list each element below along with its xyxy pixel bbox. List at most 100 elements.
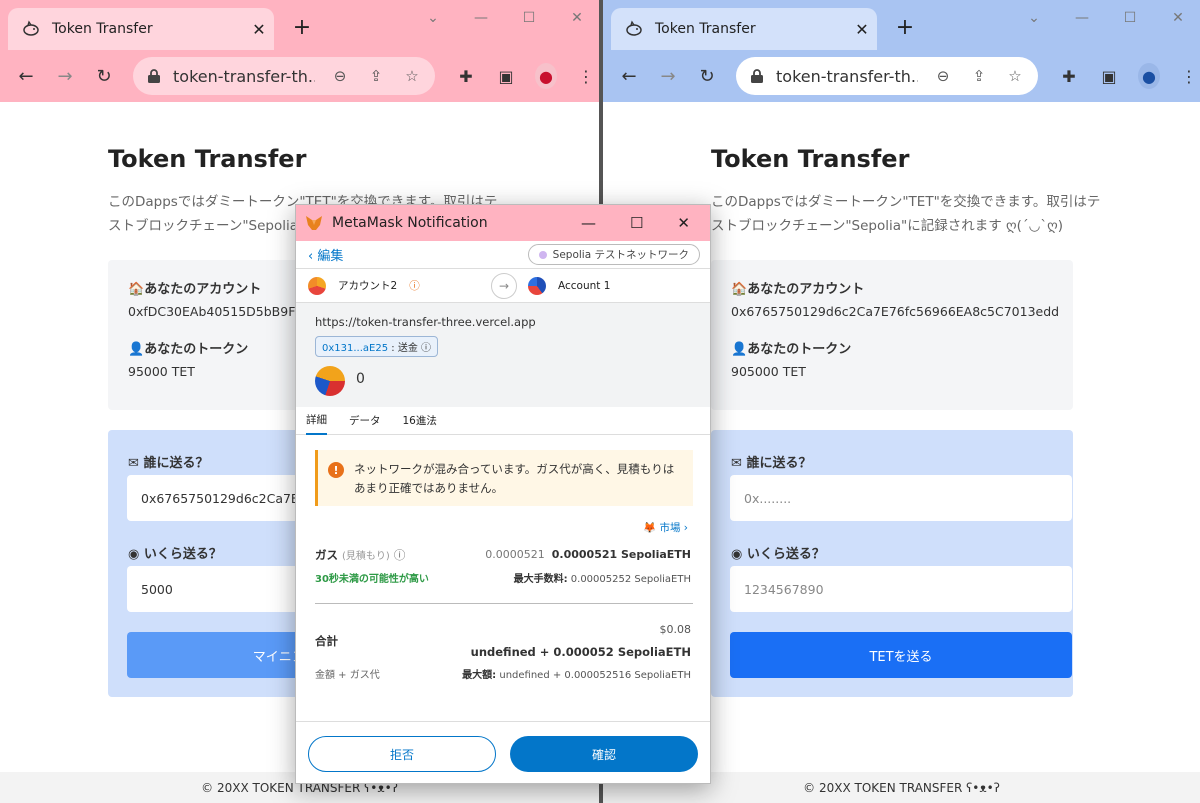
new-tab-button[interactable]: + bbox=[893, 16, 917, 40]
metamask-fox-icon bbox=[306, 216, 322, 230]
piggy-bank-icon bbox=[23, 20, 39, 36]
star-icon[interactable]: ☆ bbox=[401, 67, 423, 85]
amount-input[interactable]: 1234567890 bbox=[730, 566, 1072, 612]
market-link[interactable]: 🦊 市場 › bbox=[643, 520, 688, 535]
chevron-down-icon[interactable]: ⌄ bbox=[423, 10, 443, 26]
tab-data[interactable]: データ bbox=[349, 407, 381, 434]
from-account[interactable]: アカウント2 ⓘ bbox=[308, 276, 420, 295]
side-panel-icon[interactable]: ▣ bbox=[1098, 67, 1120, 86]
reject-button[interactable]: 拒否 bbox=[308, 736, 496, 772]
metamask-titlebar: MetaMask Notification — ☐ ✕ bbox=[296, 205, 710, 241]
total-usd: $0.08 bbox=[659, 623, 692, 636]
total-sub-label: 金額 + ガス代 bbox=[315, 670, 380, 681]
lock-icon bbox=[148, 69, 160, 83]
transfer-form: ✉ 誰に送る？ 0x........ ◉ いくら送る？ 1234567890 T… bbox=[711, 430, 1073, 697]
info-icon: ⓘ bbox=[409, 280, 420, 292]
tab-token-transfer[interactable]: Token Transfer ✕ bbox=[611, 8, 877, 50]
token-label: 👤あなたのトークン bbox=[128, 342, 249, 357]
metamask-header: ‹ 編集 Sepolia テストネットワーク bbox=[296, 241, 710, 269]
tab-title: Token Transfer bbox=[655, 21, 756, 37]
reload-icon[interactable]: ↻ bbox=[693, 62, 721, 90]
person-icon: 👤 bbox=[128, 342, 145, 357]
share-icon[interactable]: ⇪ bbox=[968, 67, 990, 85]
tab-token-transfer[interactable]: Token Transfer ✕ bbox=[8, 8, 274, 50]
send-tet-button[interactable]: TETを送る bbox=[730, 632, 1072, 678]
page-title: Token Transfer bbox=[711, 145, 910, 173]
close-window-button[interactable]: ✕ bbox=[567, 10, 587, 26]
tab-strip: Token Transfer ✕ + ⌄ — ☐ ✕ bbox=[0, 0, 599, 50]
network-busy-warning: ! ネットワークが混み合っています。ガス代が高く、見積もりはあまり正確ではありま… bbox=[315, 450, 693, 506]
zoom-icon[interactable]: ⊖ bbox=[932, 67, 954, 85]
network-dot-icon bbox=[538, 250, 547, 259]
total-value: undefined + 0.000052 SepoliaETH bbox=[470, 645, 691, 659]
person-icon: 👤 bbox=[731, 342, 748, 357]
reload-icon[interactable]: ↻ bbox=[90, 62, 118, 90]
menu-kebab-icon[interactable]: ⋮ bbox=[1178, 67, 1200, 86]
extensions-puzzle-icon[interactable]: ✚ bbox=[455, 67, 477, 86]
coin-icon: ◉ bbox=[128, 547, 140, 562]
close-tab-icon[interactable]: ✕ bbox=[244, 20, 274, 39]
coin-icon: ◉ bbox=[731, 547, 743, 562]
minimize-button[interactable]: — bbox=[471, 10, 491, 26]
detail-tabs: 詳細 データ 16進法 bbox=[296, 407, 710, 435]
house-icon: 🏠 bbox=[128, 282, 145, 297]
gas-value: 0.0000521 0.0000521 SepoliaETH bbox=[485, 548, 691, 561]
close-window-button[interactable]: ✕ bbox=[677, 214, 690, 232]
profile-avatar-icon[interactable]: ● bbox=[1138, 63, 1160, 89]
close-tab-icon[interactable]: ✕ bbox=[847, 20, 877, 39]
url-text: token-transfer-th... bbox=[776, 66, 918, 86]
fox-icon: 🦊 bbox=[643, 522, 657, 534]
piggy-bank-icon bbox=[626, 20, 642, 36]
maximize-button[interactable]: ☐ bbox=[630, 214, 643, 232]
forward-arrow-icon[interactable]: → bbox=[51, 62, 79, 90]
tab-title: Token Transfer bbox=[52, 21, 153, 37]
chevron-down-icon[interactable]: ⌄ bbox=[1024, 10, 1044, 26]
back-arrow-icon[interactable]: ← bbox=[12, 62, 40, 90]
account-label: 🏠あなたのアカウント bbox=[128, 282, 262, 297]
recipient-label: ✉ 誰に送る？ bbox=[731, 456, 812, 471]
token-identicon-icon bbox=[315, 366, 345, 396]
info-icon: ⓘ bbox=[393, 548, 406, 562]
close-window-button[interactable]: ✕ bbox=[1168, 10, 1188, 26]
minimize-button[interactable]: — bbox=[1072, 10, 1092, 26]
token-balance: 905000 TET bbox=[731, 364, 806, 379]
confirm-button[interactable]: 確認 bbox=[510, 736, 698, 772]
method-chip[interactable]: 0x131...aE25 : 送金 ⓘ bbox=[315, 336, 439, 357]
forward-arrow-icon[interactable]: → bbox=[654, 62, 682, 90]
edit-link[interactable]: ‹ 編集 bbox=[308, 245, 343, 264]
new-tab-button[interactable]: + bbox=[290, 16, 314, 40]
back-arrow-icon[interactable]: ← bbox=[615, 62, 643, 90]
recipient-input[interactable]: 0x........ bbox=[730, 475, 1072, 521]
zoom-icon[interactable]: ⊖ bbox=[329, 67, 351, 85]
maximize-button[interactable]: ☐ bbox=[519, 10, 539, 26]
action-footer: 拒否 確認 bbox=[296, 721, 710, 783]
total-label: 合計 bbox=[315, 634, 338, 648]
network-selector[interactable]: Sepolia テストネットワーク bbox=[527, 244, 700, 265]
address-bar[interactable]: token-transfer-th... ⊖ ⇪ ☆ bbox=[736, 57, 1038, 95]
recipient-label: ✉ 誰に送る？ bbox=[128, 456, 209, 471]
house-icon: 🏠 bbox=[731, 282, 748, 297]
menu-kebab-icon[interactable]: ⋮ bbox=[575, 67, 597, 86]
intro-text: このDappsではダミートークン"TET"を交換できます。取引はテストブロックチ… bbox=[711, 194, 1101, 234]
tab-details[interactable]: 詳細 bbox=[306, 406, 327, 435]
profile-avatar-icon[interactable]: ● bbox=[535, 63, 557, 89]
side-panel-icon[interactable]: ▣ bbox=[495, 67, 517, 86]
gas-time-estimate: 30秒未満の可能性が高い bbox=[315, 574, 429, 585]
extensions-puzzle-icon[interactable]: ✚ bbox=[1058, 67, 1080, 86]
divider bbox=[315, 603, 693, 604]
minimize-button[interactable]: — bbox=[581, 214, 596, 232]
origin-url: https://token-transfer-three.vercel.app bbox=[315, 315, 536, 329]
to-account[interactable]: Account 1 bbox=[528, 276, 610, 295]
address-bar[interactable]: token-transfer-th... ⊖ ⇪ ☆ bbox=[133, 57, 435, 95]
star-icon[interactable]: ☆ bbox=[1004, 67, 1026, 85]
share-icon[interactable]: ⇪ bbox=[365, 67, 387, 85]
transaction-amount: 0 bbox=[356, 371, 365, 387]
tab-hex[interactable]: 16進法 bbox=[403, 407, 437, 434]
window-controls: ⌄ — ☐ ✕ bbox=[1024, 10, 1188, 26]
maximize-button[interactable]: ☐ bbox=[1120, 10, 1140, 26]
account-label: 🏠あなたのアカウント bbox=[731, 282, 865, 297]
tab-strip: Token Transfer ✕ + ⌄ — ☐ ✕ bbox=[603, 0, 1200, 50]
url-text: token-transfer-th... bbox=[173, 66, 315, 86]
max-amount: 最大額: undefined + 0.000052516 SepoliaETH bbox=[462, 670, 691, 681]
amount-label: ◉ いくら送る？ bbox=[731, 547, 825, 562]
